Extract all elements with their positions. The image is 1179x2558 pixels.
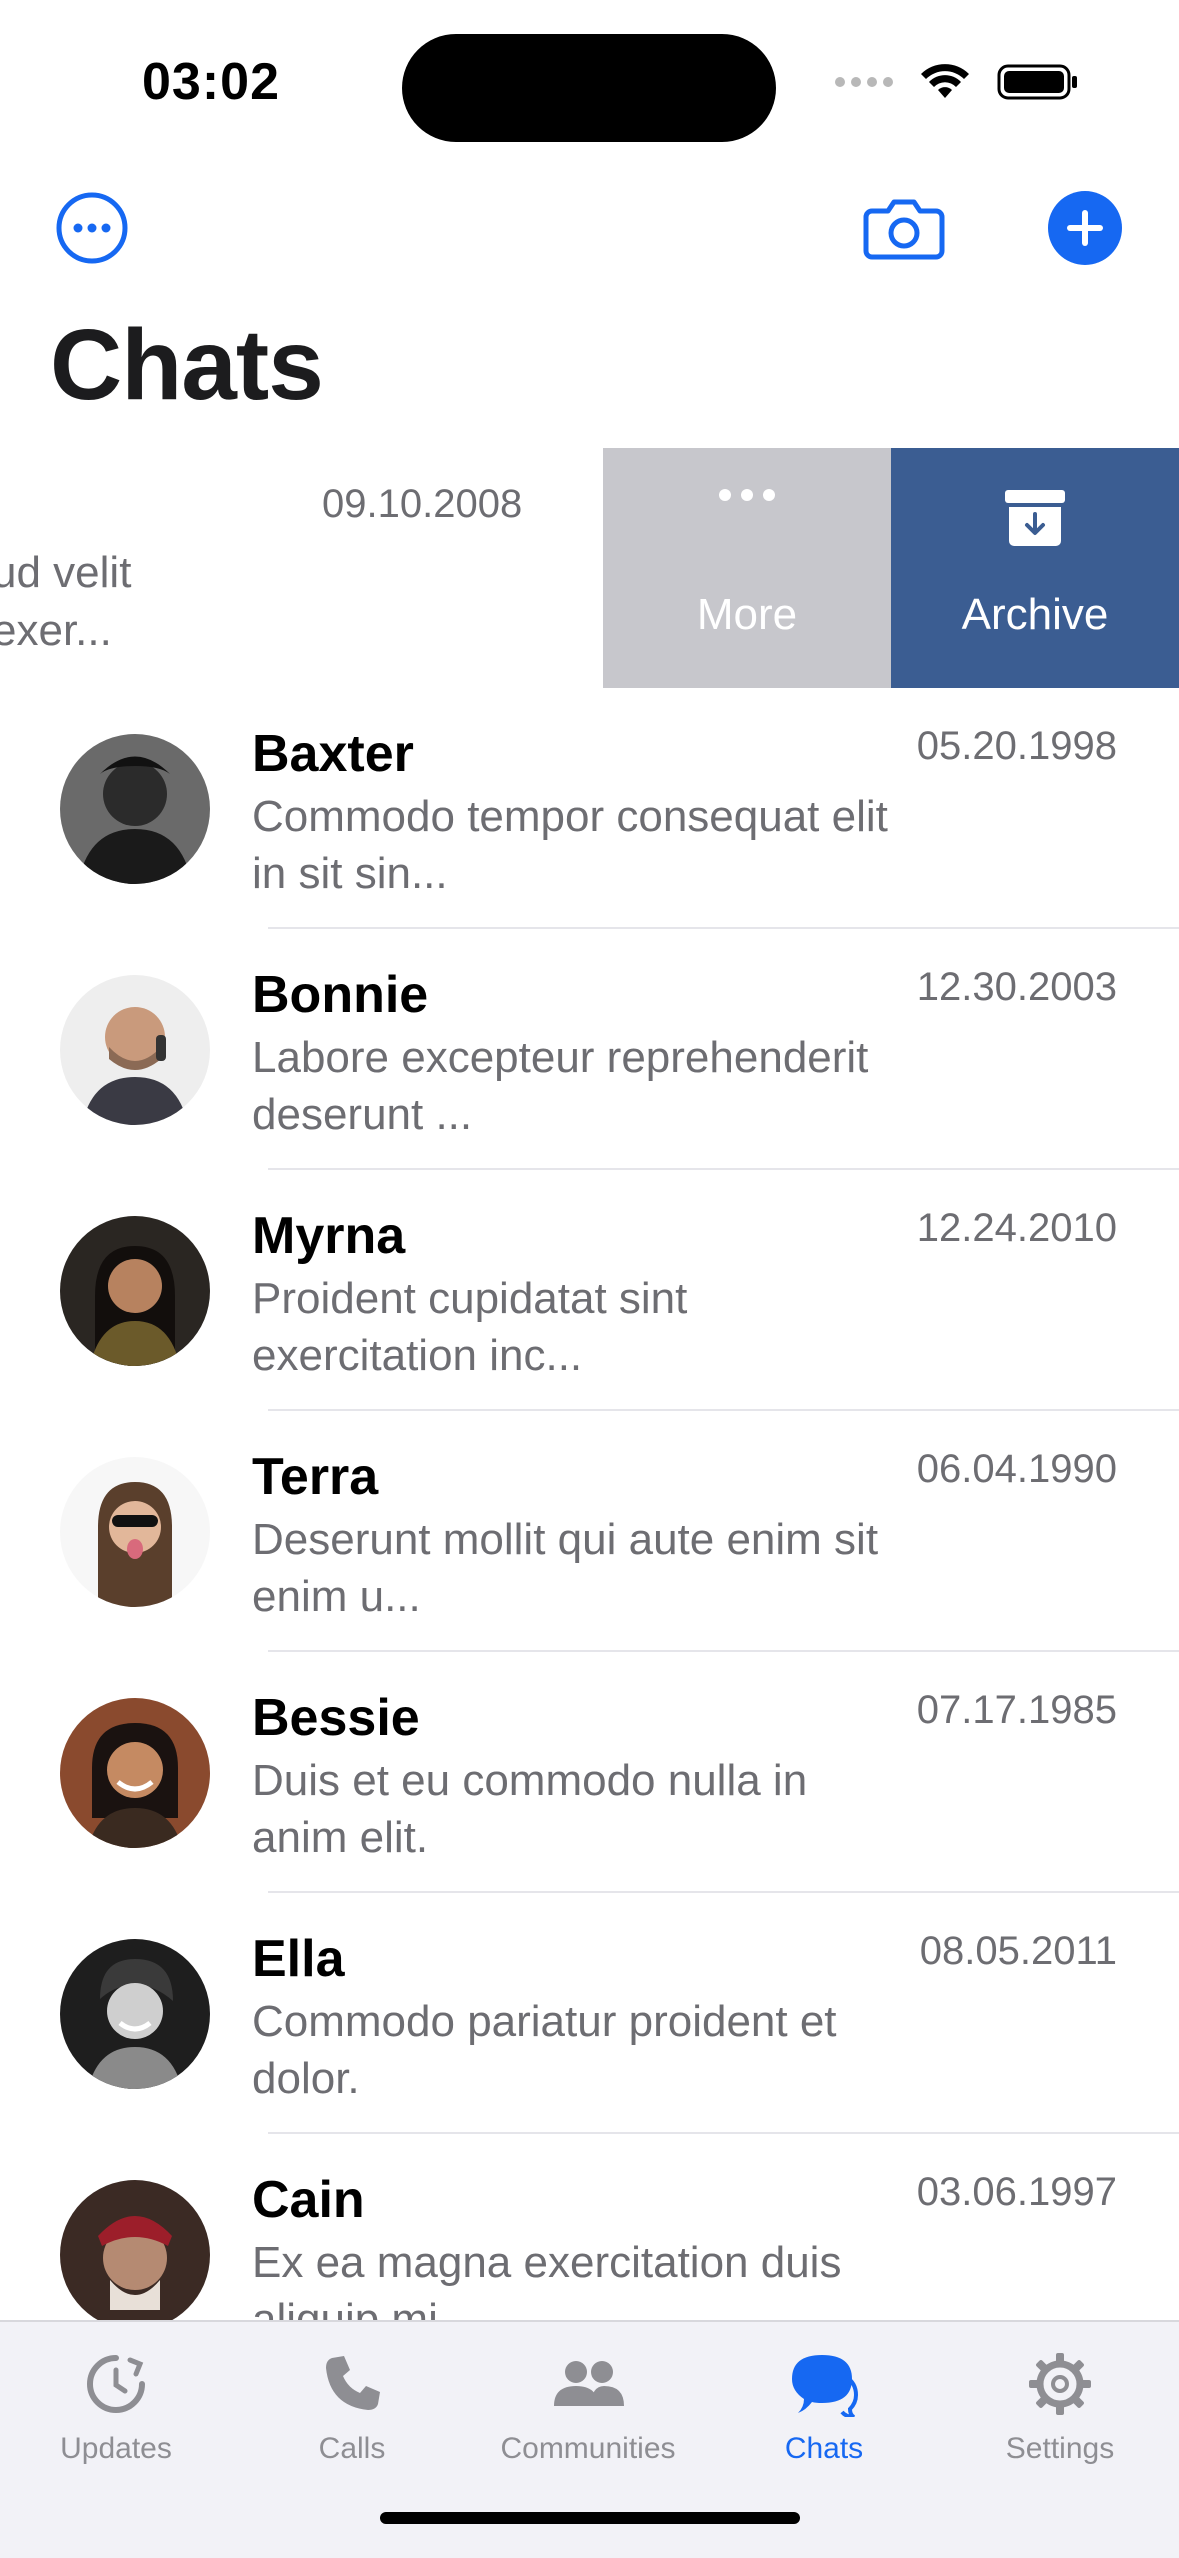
camera-button[interactable] [862,190,946,266]
archive-action-label: Archive [961,590,1109,639]
tab-settings[interactable]: Settings [950,2342,1170,2466]
tab-calls[interactable]: Calls [242,2342,462,2466]
chat-row[interactable]: Bonnie Labore excepteur reprehenderit de… [0,929,1179,1170]
tab-label: Updates [60,2432,172,2465]
tab-label: Calls [318,2432,386,2465]
menu-button[interactable] [56,192,128,264]
ellipsis-circle-icon [56,192,128,264]
chat-date: 05.20.1998 [916,724,1117,768]
more-action-label: More [696,590,798,639]
status-icons [835,62,1079,102]
chat-name: Terra [252,1448,379,1506]
preview-line-1: ud velit [0,548,132,597]
chat-row[interactable]: Ella Commodo pariatur proident et dolor.… [0,1893,1179,2134]
swiped-chat-row[interactable]: 09.10.2008 ud velit exer... More Archive [0,448,1179,688]
communities-icon [554,2361,624,2406]
tab-communities[interactable]: Communities [478,2342,698,2466]
new-chat-button[interactable] [1047,190,1123,266]
chat-row[interactable]: Baxter Commodo tempor consequat elit in … [0,688,1179,929]
chat-preview: ud velit exer... [0,544,131,660]
chat-name: Baxter [252,725,414,783]
chat-row[interactable]: Bessie Duis et eu commodo nulla in anim … [0,1652,1179,1893]
tab-chats[interactable]: Chats [714,2342,934,2466]
chat-preview: Commodo pariatur proident et dolor. [252,1997,837,2103]
preview-line-2: exer... [0,606,112,655]
chat-row[interactable]: Myrna Proident cupidatat sint exercitati… [0,1170,1179,1411]
phone-icon [326,2356,380,2410]
ellipsis-icon [719,489,775,501]
chat-date: 03.06.1997 [916,2170,1117,2214]
status-time: 03:02 [142,53,280,111]
chat-name: Myrna [252,1207,406,1265]
chat-row[interactable]: Terra Deserunt mollit qui aute enim sit … [0,1411,1179,1652]
tab-updates[interactable]: Updates [6,2342,226,2466]
chat-date: 08.05.2011 [919,1929,1117,1973]
chat-date: 12.30.2003 [916,965,1117,1009]
chat-list: Baxter Commodo tempor consequat elit in … [0,688,1179,2375]
chat-date: 06.04.1990 [916,1447,1117,1491]
chat-preview: Deserunt mollit qui aute enim sit enim u… [252,1515,879,1621]
chat-preview: Proident cupidatat sint exercitation inc… [252,1274,688,1380]
updates-icon [87,2355,145,2413]
avatar [60,1698,210,1848]
chat-bubbles-icon [792,2355,859,2417]
tab-label: Settings [1005,2432,1115,2465]
chat-preview: Duis et eu commodo nulla in anim elit. [252,1756,808,1862]
wifi-icon [921,64,969,98]
avatar [60,1216,210,1366]
chat-preview: Labore excepteur reprehenderit deserunt … [252,1033,869,1139]
home-indicator [380,2512,800,2524]
battery-icon [997,64,1077,100]
avatar [60,975,210,1125]
archive-action-button[interactable]: Archive [891,448,1179,688]
chat-name: Cain [252,2171,365,2229]
camera-icon [863,199,945,260]
gear-icon [1029,2353,1091,2415]
chat-date: 09.10.2008 [322,482,523,526]
page-title: Chats [50,309,324,421]
dynamic-island [402,34,776,142]
plus-circle-fill-icon [1048,191,1122,265]
avatar [60,734,210,884]
chat-name: Bessie [252,1689,420,1747]
more-action-button[interactable]: More [603,448,891,688]
chat-date: 12.24.2010 [916,1206,1117,1250]
archive-box-icon [1005,490,1065,546]
chat-preview: Commodo tempor consequat elit in sit sin… [252,792,888,898]
chat-date: 07.17.1985 [916,1688,1117,1732]
avatar [60,2180,210,2330]
avatar [60,1457,210,1607]
avatar [60,1939,210,2089]
tab-label: Communities [500,2432,676,2465]
chat-name: Bonnie [252,966,429,1024]
chat-name: Ella [252,1930,345,1988]
cellular-signal-icon [835,77,893,87]
tab-label: Chats [784,2432,864,2465]
